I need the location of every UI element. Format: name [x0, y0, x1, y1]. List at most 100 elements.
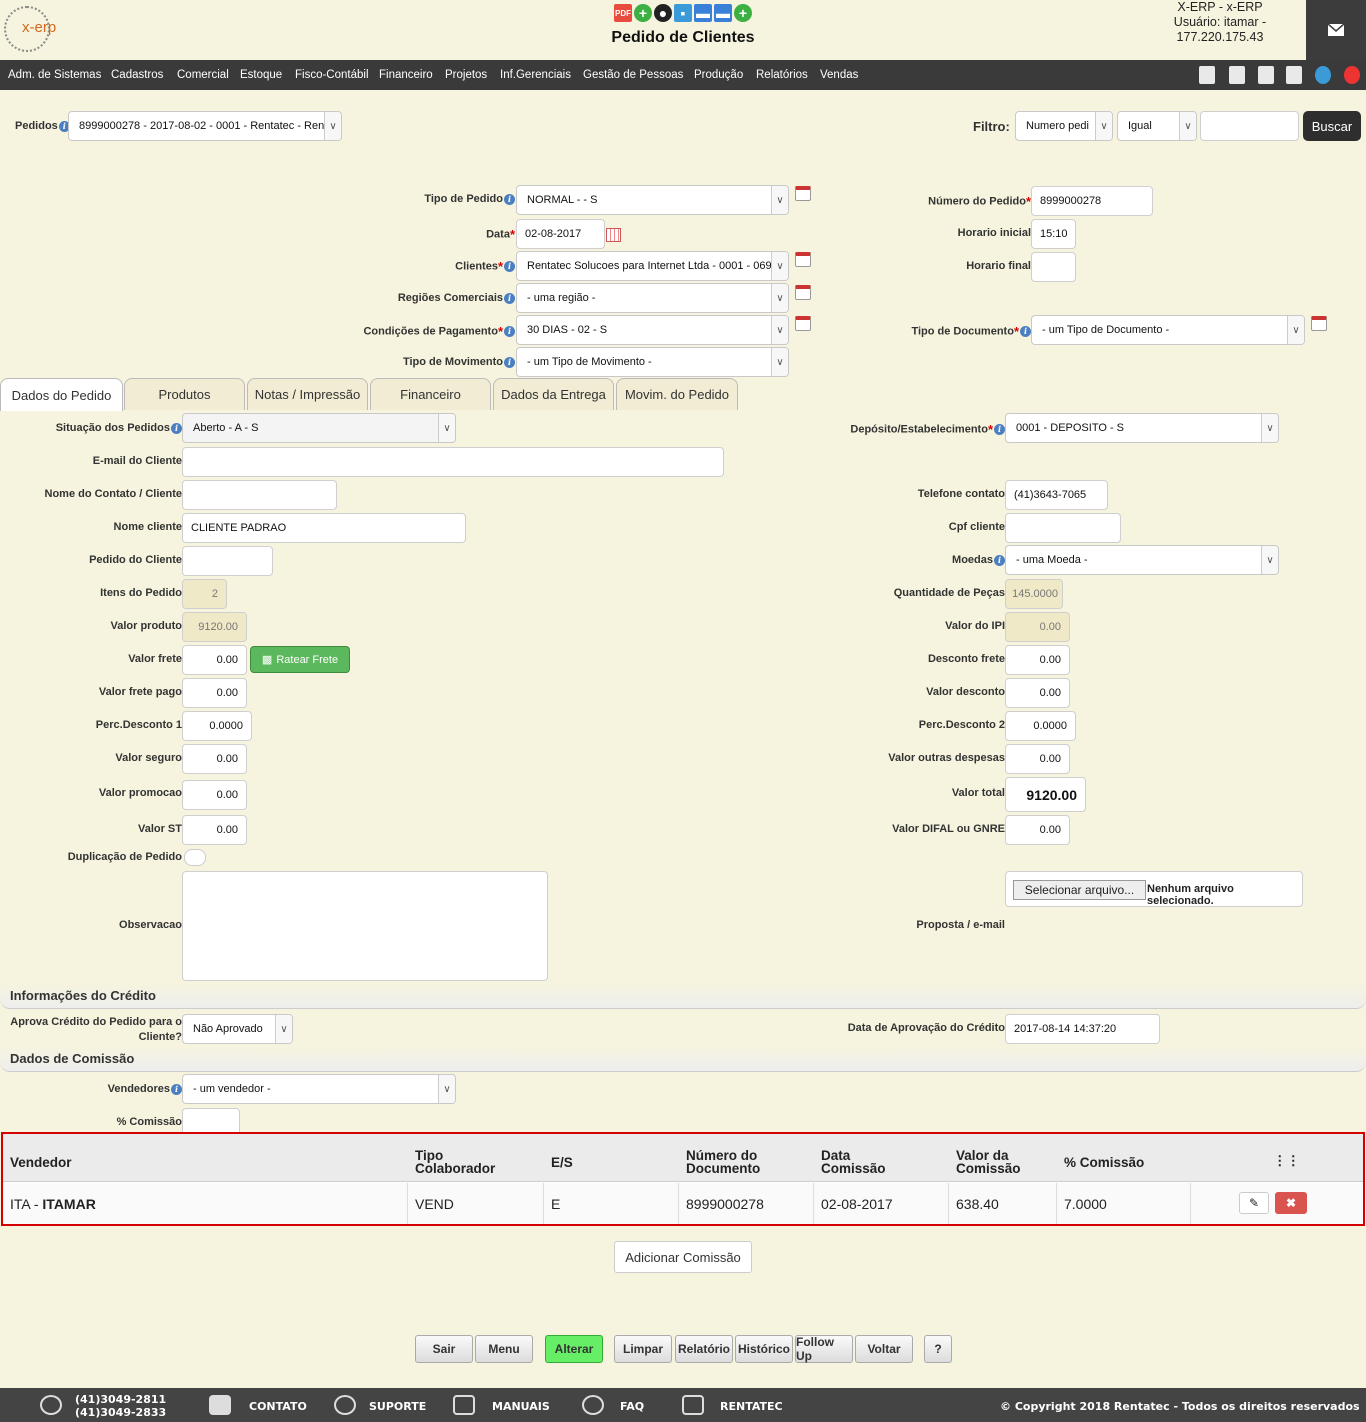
menu-vendas[interactable]: Vendas	[820, 69, 858, 81]
menu-cadastros[interactable]: Cadastros	[111, 69, 163, 81]
menu-fisco-contabil[interactable]: Fisco-Contábil	[295, 69, 369, 81]
perc-desconto-2-input[interactable]: 0.0000	[1005, 711, 1076, 741]
calendar-icon[interactable]	[1311, 316, 1327, 331]
truck-icon[interactable]: ▪	[674, 4, 692, 22]
ratear-frete-button[interactable]: ▩ Ratear Frete	[250, 646, 350, 673]
comissao-section-header[interactable]: Dados de Comissão	[0, 1046, 1366, 1072]
report-icon[interactable]: PDF	[614, 4, 632, 22]
alterar-button[interactable]: Alterar	[545, 1335, 603, 1363]
valor-seguro-input[interactable]: 0.00	[182, 744, 247, 774]
info-icon[interactable]: i	[504, 261, 515, 272]
home-icon[interactable]	[1199, 66, 1215, 84]
menu-button[interactable]: Menu	[475, 1335, 533, 1363]
edit-button[interactable]: ✎	[1239, 1192, 1269, 1214]
footer-manuais-link[interactable]: MANUAIS	[492, 1400, 550, 1413]
nome-contato-input[interactable]	[182, 480, 337, 510]
tab-dados-pedido[interactable]: Dados do Pedido	[0, 378, 123, 411]
col-data-comissao[interactable]: Data Comissão	[821, 1149, 901, 1176]
numero-pedido-input[interactable]: 8999000278	[1031, 186, 1153, 216]
power-icon[interactable]	[1344, 66, 1360, 84]
add-icon[interactable]: +	[634, 4, 652, 22]
info-icon[interactable]: i	[504, 193, 515, 205]
regioes-select[interactable]: - uma região - ∨	[516, 283, 789, 313]
data-aprovacao-input[interactable]: 2017-08-14 14:37:20	[1005, 1014, 1160, 1044]
mail-button[interactable]	[1306, 0, 1366, 60]
condicoes-select[interactable]: 30 DIAS - 02 - S ∨	[516, 315, 789, 345]
historico-button[interactable]: Histórico	[735, 1335, 793, 1363]
filtro-operator-select[interactable]: Igual ∨	[1117, 111, 1197, 141]
horario-inicial-input[interactable]: 15:10	[1031, 219, 1076, 249]
limpar-button[interactable]: Limpar	[614, 1335, 672, 1363]
date-picker-icon[interactable]	[606, 228, 621, 242]
observacao-textarea[interactable]	[182, 871, 548, 981]
valor-st-input[interactable]: 0.00	[182, 815, 247, 845]
buscar-button[interactable]: Buscar	[1303, 111, 1361, 141]
valor-frete-input[interactable]: 0.00	[182, 645, 247, 675]
tab-financeiro[interactable]: Financeiro	[370, 378, 491, 410]
print-icon[interactable]	[1229, 66, 1245, 84]
menu-financeiro[interactable]: Financeiro	[379, 69, 433, 81]
footer-suporte-link[interactable]: SUPORTE	[369, 1400, 426, 1413]
tab-produtos[interactable]: Produtos	[124, 378, 245, 410]
credito-section-header[interactable]: Informações do Crédito	[0, 983, 1366, 1009]
tab-movim-pedido[interactable]: Movim. do Pedido	[616, 378, 738, 410]
cpf-input[interactable]	[1005, 513, 1121, 543]
sair-button[interactable]: Sair	[415, 1335, 473, 1363]
situacao-select[interactable]: Aberto - A - S ∨	[182, 413, 456, 443]
document-icon[interactable]	[1258, 66, 1274, 84]
tipo-movimento-select[interactable]: - um Tipo de Movimento - ∨	[516, 347, 789, 377]
footer-contato-link[interactable]: CONTATO	[249, 1400, 307, 1413]
help-button[interactable]: ?	[924, 1335, 952, 1363]
perc-desconto-1-input[interactable]: 0.0000	[182, 711, 252, 741]
info-icon[interactable]: i	[171, 1083, 182, 1095]
adicionar-comissao-button[interactable]: Adicionar Comissão	[614, 1241, 752, 1273]
info-icon[interactable]: i	[504, 326, 515, 337]
col-valor-comissao[interactable]: Valor da Comissão	[956, 1149, 1036, 1176]
columns-menu-icon[interactable]: ⋮⋮	[1273, 1154, 1300, 1168]
deposito-select[interactable]: 0001 - DEPOSITO - S ∨	[1005, 413, 1279, 443]
pedidos-select[interactable]: 8999000278 - 2017-08-02 - 0001 - Rentate…	[68, 111, 342, 141]
users-icon[interactable]: ●	[654, 4, 672, 22]
col-perc-comissao[interactable]: % Comissão	[1064, 1156, 1144, 1170]
aprova-credito-select[interactable]: Não Aprovado ∨	[182, 1014, 293, 1044]
calendar-icon[interactable]	[795, 252, 811, 267]
notes-icon[interactable]	[1286, 66, 1302, 84]
desconto-frete-input[interactable]: 0.00	[1005, 645, 1070, 675]
telefone-input[interactable]: (41)3643-7065	[1005, 480, 1108, 510]
data-input[interactable]: 02-08-2017	[516, 219, 605, 249]
card-2-icon[interactable]: ▬	[714, 4, 732, 22]
valor-desconto-input[interactable]: 0.00	[1005, 678, 1070, 708]
info-icon[interactable]: i	[504, 292, 515, 304]
menu-projetos[interactable]: Projetos	[445, 69, 487, 81]
col-es[interactable]: E/S	[551, 1156, 573, 1170]
footer-faq-link[interactable]: FAQ	[620, 1400, 644, 1413]
col-numero-documento[interactable]: Número do Documento	[686, 1149, 776, 1176]
col-tipo-colaborador[interactable]: Tipo Colaborador	[415, 1149, 515, 1176]
menu-gestao-pessoas[interactable]: Gestão de Pessoas	[583, 69, 683, 81]
card-icon[interactable]: ▬	[694, 4, 712, 22]
menu-producao[interactable]: Produção	[694, 69, 743, 81]
relatorio-button[interactable]: Relatório	[675, 1335, 733, 1363]
menu-inf-gerenciais[interactable]: Inf.Gerenciais	[500, 69, 571, 81]
info-icon[interactable]: i	[994, 424, 1005, 435]
duplicacao-toggle[interactable]	[184, 849, 206, 866]
info-icon[interactable]: i	[504, 356, 515, 368]
info-icon[interactable]: i	[1020, 326, 1031, 337]
menu-estoque[interactable]: Estoque	[240, 69, 282, 81]
col-vendedor[interactable]: Vendedor	[10, 1156, 72, 1170]
delete-button[interactable]: ✖	[1275, 1192, 1307, 1214]
follow-up-button[interactable]: Follow Up	[795, 1335, 853, 1363]
voltar-button[interactable]: Voltar	[855, 1335, 913, 1363]
xerp-logo[interactable]: x-erp	[4, 6, 62, 54]
clientes-select[interactable]: Rentatec Solucoes para Internet Ltda - 0…	[516, 251, 789, 281]
valor-promocao-input[interactable]: 0.00	[182, 780, 247, 810]
valor-frete-pago-input[interactable]: 0.00	[182, 678, 247, 708]
footer-rentatec-link[interactable]: RENTATEC	[720, 1400, 783, 1413]
email-input[interactable]	[182, 447, 724, 477]
menu-comercial[interactable]: Comercial	[177, 69, 229, 81]
vendedores-select[interactable]: - um vendedor - ∨	[182, 1074, 456, 1104]
tipo-documento-select[interactable]: - um Tipo de Documento - ∨	[1031, 315, 1305, 345]
outras-despesas-input[interactable]: 0.00	[1005, 744, 1070, 774]
tipo-pedido-select[interactable]: NORMAL - - S ∨	[516, 185, 789, 215]
tab-dados-entrega[interactable]: Dados da Entrega	[493, 378, 614, 410]
